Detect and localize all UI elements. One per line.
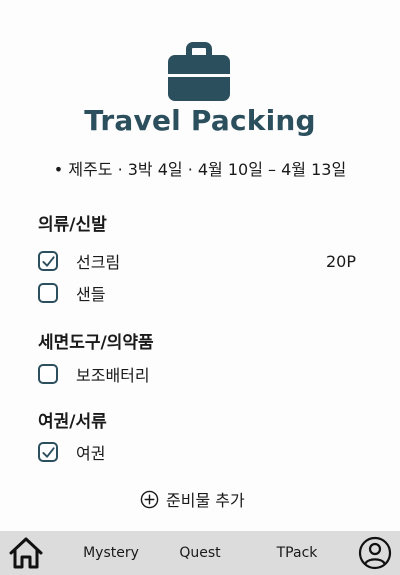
briefcase-icon	[168, 42, 230, 101]
item-label: 보조배터리	[76, 366, 150, 385]
checklist-item-power-bank[interactable]: 보조배터리	[38, 362, 368, 386]
item-label: 선크림	[76, 253, 121, 272]
nav-home[interactable]	[6, 531, 46, 575]
page-title: Travel Packing	[84, 104, 316, 137]
nav-profile[interactable]	[356, 531, 394, 575]
item-label: 여권	[76, 444, 106, 463]
checklist-item-passport[interactable]: 여권	[38, 440, 368, 464]
checkmark-icon	[41, 255, 55, 267]
section-title-documents: 여권/서류	[38, 412, 107, 432]
add-item-label: 준비물 추가	[166, 491, 245, 510]
checkbox-unchecked[interactable]	[38, 364, 58, 384]
home-icon	[9, 537, 43, 569]
user-icon	[358, 536, 392, 570]
checkbox-unchecked[interactable]	[38, 283, 58, 303]
checkbox-checked[interactable]	[38, 442, 58, 462]
item-points: 20P	[325, 251, 356, 271]
checkbox-checked[interactable]	[38, 251, 58, 271]
nav-tpack[interactable]: TPack	[266, 531, 328, 575]
checklist-item-sunscreen[interactable]: 선크림 20P	[38, 249, 368, 273]
checklist-item-sandals[interactable]: 샌들	[38, 281, 368, 305]
plus-circle-icon	[140, 490, 159, 508]
trip-info: • 제주도 · 3박 4일 · 4월 10일 – 4월 13일	[53, 160, 347, 179]
nav-mystery[interactable]: Mystery	[75, 531, 147, 575]
section-title-clothing: 의류/신발	[38, 215, 107, 235]
checkmark-icon	[41, 446, 55, 458]
bottom-nav: Mystery Quest TPack	[0, 531, 400, 575]
item-label: 샌들	[76, 285, 106, 304]
add-item-button[interactable]: 준비물 추가	[140, 487, 245, 511]
section-title-toiletries: 세면도구/의약품	[38, 333, 154, 353]
nav-quest[interactable]: Quest	[170, 531, 230, 575]
